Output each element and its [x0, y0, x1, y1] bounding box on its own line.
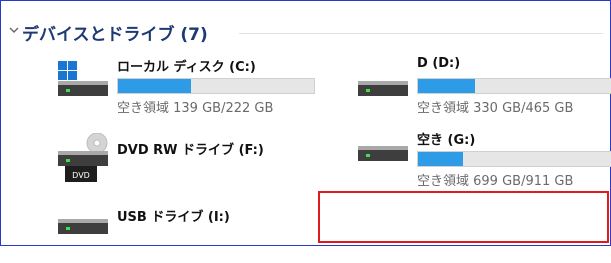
drive-free-space: 空き領域 139 GB/222 GB: [117, 101, 274, 116]
hard-drive-icon: [358, 81, 408, 96]
usage-bar: [417, 78, 611, 94]
drive-name: ローカル ディスク (C:): [117, 60, 256, 75]
drive-g[interactable]: 空き (G:) 空き領域 699 GB/911 GB: [355, 130, 611, 190]
hard-drive-icon: [358, 146, 408, 161]
drive-free-space: 空き領域 330 GB/465 GB: [417, 101, 574, 116]
drive-d[interactable]: D (D:) 空き領域 330 GB/465 GB: [355, 56, 611, 117]
drive-f-dvd[interactable]: DVD DVD RW ドライブ (F:): [55, 133, 315, 193]
highlight-box: [318, 191, 609, 243]
usage-bar-fill: [118, 79, 191, 93]
usb-drive-icon: [58, 219, 108, 234]
usage-bar-fill: [418, 79, 475, 93]
dvd-drive-icon: DVD: [58, 133, 108, 182]
drive-name: USB ドライブ (I:): [117, 210, 230, 225]
section-title: デバイスとドライブ (7): [22, 25, 208, 45]
drive-c[interactable]: ローカル ディスク (C:) 空き領域 139 GB/222 GB: [55, 57, 315, 117]
usage-bar: [417, 151, 611, 167]
drive-i-usb[interactable]: USB ドライブ (I:): [55, 203, 315, 263]
header-divider: [239, 33, 603, 34]
drive-name: DVD RW ドライブ (F:): [117, 143, 264, 158]
chevron-down-icon[interactable]: [7, 23, 21, 37]
windows-drive-icon: [58, 61, 108, 96]
dvd-label: DVD: [72, 171, 90, 180]
usage-bar: [117, 78, 315, 94]
drive-name: 空き (G:): [417, 133, 476, 148]
section-header[interactable]: デバイスとドライブ (7): [1, 17, 603, 47]
usage-bar-fill: [418, 152, 464, 166]
drive-name: D (D:): [417, 56, 461, 71]
devices-and-drives-panel: デバイスとドライブ (7) ローカル ディスク (C:) 空き領域 139 GB…: [0, 0, 611, 246]
drive-free-space: 空き領域 699 GB/911 GB: [417, 174, 574, 189]
